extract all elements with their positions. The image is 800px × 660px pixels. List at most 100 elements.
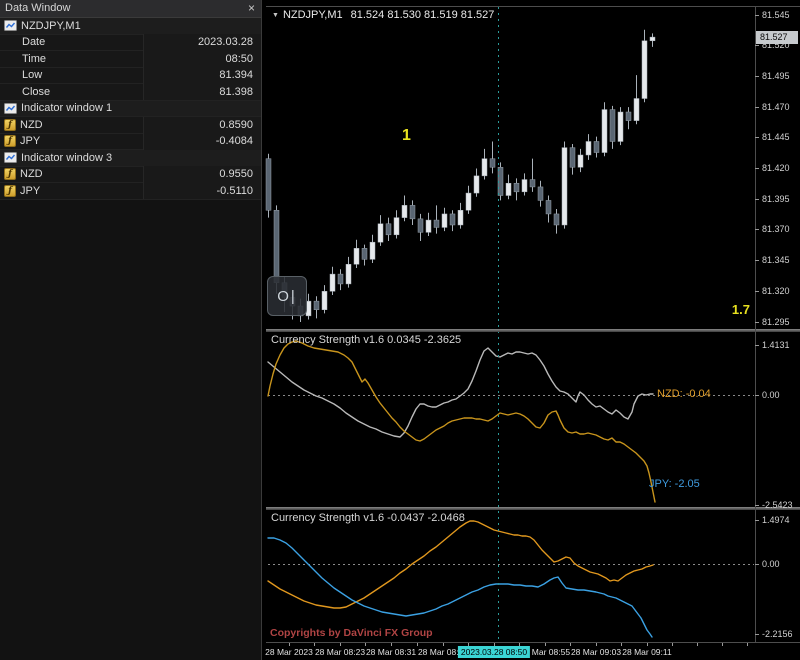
price-scale-tick: [755, 199, 759, 200]
time-axis-tick: [722, 643, 723, 646]
data-window-row-value: 81.394: [143, 67, 261, 84]
data-window-header-row: Indicator window 3: [0, 150, 261, 167]
price-scale-label: 81.445: [762, 132, 790, 142]
time-axis-tick: [417, 643, 418, 646]
indicator-scale-label: -2.2156: [762, 629, 793, 639]
data-window-row-label: Date: [3, 36, 143, 48]
indicator-scale-label: 0.00: [762, 559, 780, 569]
time-axis-label: 28 Mar 08:23: [315, 647, 365, 657]
copyright-text: Copyrights by DaVinci FX Group: [270, 627, 433, 639]
data-window-row-label: Close: [3, 86, 143, 98]
time-axis-label: 28 Mar 09:11: [622, 647, 671, 657]
fx-indicator-icon: ƒ: [4, 185, 16, 197]
current-price-label: 81.527: [756, 31, 798, 44]
data-window-field-row: Low81.394: [0, 68, 261, 85]
chart-top-border: [266, 6, 800, 7]
data-window-header-row: Indicator window 1: [0, 101, 261, 118]
fx-indicator-icon: ƒ: [4, 135, 16, 147]
data-window-field-row: ƒ JPY-0.4084: [0, 134, 261, 151]
data-window-field-row: ƒ NZD0.8590: [0, 117, 261, 134]
time-axis-tick: [570, 643, 571, 646]
time-axis-label: 28 Mar 09:03: [571, 647, 621, 657]
one-click-trading-button[interactable]: O|: [267, 276, 307, 316]
pane-separator-1[interactable]: [266, 329, 800, 332]
price-scale-label: 81.495: [762, 71, 790, 81]
chart-annotation: 1: [402, 127, 411, 145]
price-scale-label: 81.395: [762, 194, 790, 204]
data-window-row-label: NZD: [20, 119, 143, 131]
fx-indicator-icon: ƒ: [4, 168, 16, 180]
time-axis-tick: [391, 643, 392, 646]
time-axis-tick: [747, 643, 748, 646]
data-window-row-label: Low: [3, 69, 143, 81]
time-axis-tick: [647, 643, 648, 646]
data-window-titlebar[interactable]: Data Window ×: [0, 0, 261, 18]
fx-indicator-icon: ƒ: [4, 119, 16, 131]
indicator-scale-tick: [755, 345, 759, 346]
price-scale-label: 81.345: [762, 255, 790, 265]
price-scale-tick: [755, 168, 759, 169]
price-scale-tick: [755, 15, 759, 16]
time-axis-tick: [340, 643, 341, 646]
time-axis-tick: [289, 643, 290, 646]
time-axis-label: 28 Mar 08:31: [366, 647, 416, 657]
time-axis-tick: [545, 643, 546, 646]
data-window-row-label: JPY: [20, 135, 143, 147]
data-window-field-row: ƒJPY-0.5110: [0, 183, 261, 200]
crosshair-time-label: 2023.03.28 08:50: [458, 646, 530, 658]
chart-icon: [4, 152, 17, 163]
indicator-scale-label: 1.4974: [762, 515, 790, 525]
chevron-down-icon[interactable]: ▼: [272, 12, 279, 19]
data-window-row-value: -0.4084: [143, 133, 261, 150]
price-scale-label: 81.545: [762, 10, 790, 20]
price-scale-label: 81.295: [762, 317, 790, 327]
close-icon[interactable]: ×: [248, 0, 255, 16]
data-window-row-label: NZDJPY,M1: [21, 20, 261, 32]
time-axis-border: [266, 642, 800, 643]
time-axis-tick: [314, 643, 315, 646]
indicator2-title: Currency Strength v1.6 -0.0437 -2.0468: [271, 512, 465, 524]
data-window-row-value: 81.398: [143, 84, 261, 101]
data-window-title: Data Window: [5, 2, 70, 14]
data-window-header-row: NZDJPY,M1: [0, 18, 261, 35]
currency-value-label: NZD: -0.04: [657, 388, 711, 400]
chart-ohlc-values: 81.524 81.530 81.519 81.527: [351, 9, 495, 21]
price-scale-tick: [755, 260, 759, 261]
data-window-row-value: 0.9550: [143, 166, 261, 183]
indicator-scale-tick: [755, 395, 759, 396]
price-scale-label: 81.370: [762, 224, 790, 234]
price-scale-tick: [755, 229, 759, 230]
price-scale-label: 81.470: [762, 102, 790, 112]
indicator-scale-tick: [755, 520, 759, 521]
price-scale-label: 81.420: [762, 163, 790, 173]
time-axis-tick: [621, 643, 622, 646]
price-scale-tick: [755, 107, 759, 108]
indicator-scale-tick: [755, 505, 759, 506]
data-window-row-value: 2023.03.28: [143, 34, 261, 51]
data-window-row-label: Time: [3, 53, 143, 65]
data-window-row-label: Indicator window 3: [21, 152, 261, 164]
data-window-panel: Data Window × NZDJPY,M1 Date2023.03.28Tim…: [0, 0, 262, 660]
time-axis-tick: [596, 643, 597, 646]
pane-separator-2[interactable]: [266, 507, 800, 510]
price-scale-tick: [755, 76, 759, 77]
time-axis-tick: [365, 643, 366, 646]
chart-icon: [4, 103, 17, 114]
data-window-row-value: 08:50: [143, 51, 261, 68]
price-scale-tick: [755, 291, 759, 292]
data-window-row-label: NZD: [20, 168, 143, 180]
chart-symbol-header[interactable]: ▼NZDJPY,M181.524 81.530 81.519 81.527: [272, 9, 494, 21]
indicator-scale-label: -2.5423: [762, 500, 793, 510]
indicator-scale-tick: [755, 634, 759, 635]
data-window-row-value: 0.8590: [143, 117, 261, 134]
data-window-field-row: Date2023.03.28: [0, 35, 261, 52]
time-axis-tick: [443, 643, 444, 646]
data-window-row-label: JPY: [20, 185, 143, 197]
data-window-field-row: ƒ NZD0.9550: [0, 167, 261, 184]
price-scale-tick: [755, 137, 759, 138]
data-window-field-row: Close81.398: [0, 84, 261, 101]
data-window-row-label: Indicator window 1: [21, 102, 261, 114]
currency-value-label: JPY: -2.05: [649, 478, 700, 490]
price-scale-label: 81.320: [762, 286, 790, 296]
indicator-scale-tick: [755, 564, 759, 565]
